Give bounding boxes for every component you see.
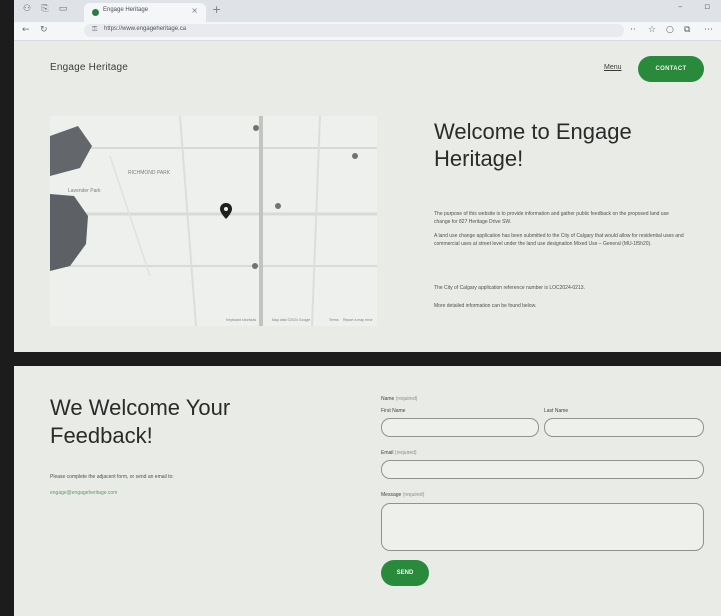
tab-actions-icon[interactable]: ▭: [58, 4, 68, 14]
feedback-title: We Welcome Your Feedback!: [50, 395, 231, 448]
first-name-label: First Name: [381, 408, 406, 414]
extensions-icon[interactable]: ⧉: [684, 25, 690, 35]
reload-icon[interactable]: ↻: [40, 25, 48, 35]
workspaces-icon[interactable]: ⎘: [40, 4, 50, 14]
map-footer-report[interactable]: Report a map error: [343, 318, 373, 322]
last-name-field[interactable]: [544, 418, 704, 437]
required-tag: (required): [395, 396, 418, 402]
required-tag: (required): [402, 492, 425, 498]
hero-paragraph: More detailed information can be found b…: [434, 303, 537, 309]
map-footer-terms[interactable]: Terms: [329, 318, 339, 322]
name-label: Name (required): [381, 396, 417, 402]
map-graphic: [50, 116, 377, 326]
back-icon[interactable]: ←: [22, 25, 30, 35]
read-aloud-icon[interactable]: ··: [630, 25, 636, 35]
browser-tab[interactable]: Engage Heritage ×: [84, 3, 206, 22]
profile-icon[interactable]: ⚇: [22, 4, 32, 14]
menu-link[interactable]: Menu: [604, 64, 622, 71]
map-poi-marker[interactable]: [253, 125, 259, 131]
hero-title: Welcome to Engage Heritage!: [434, 119, 632, 171]
browser-window: ⚇ ⎘ ▭ Engage Heritage × + – ▫ ← ↻ ⚿ http…: [14, 0, 721, 352]
site-favicon-icon: [92, 9, 99, 16]
hero-paragraph: A land use change application has been s…: [434, 233, 684, 247]
map-label-neighbourhood: RICHMOND PARK: [128, 170, 171, 176]
close-tab-icon[interactable]: ×: [191, 6, 198, 15]
map-label-park: Lavender Park: [68, 188, 101, 194]
email-label: Email (required): [381, 450, 417, 456]
address-url: https://www.engageheritage.ca: [104, 26, 187, 32]
minimize-icon[interactable]: –: [678, 2, 683, 12]
new-tab-icon[interactable]: +: [212, 3, 221, 16]
map-pin-center: [224, 207, 228, 211]
feedback-description: Please complete the adjacent form, or se…: [50, 474, 174, 480]
hero-paragraph: The City of Calgary application referenc…: [434, 285, 585, 291]
required-tag: (required): [394, 450, 417, 456]
maximize-icon[interactable]: ▫: [704, 2, 710, 12]
site-header: Engage Heritage Menu CONTACT: [14, 40, 721, 100]
map-poi-marker[interactable]: [252, 263, 258, 269]
name-label-text: Name: [381, 396, 395, 402]
search-icon[interactable]: ○: [666, 25, 674, 35]
map-footer-shortcuts[interactable]: Keyboard shortcuts: [226, 318, 256, 322]
tab-title: Engage Heritage: [103, 7, 149, 13]
feedback-section: We Welcome Your Feedback! Please complet…: [14, 366, 721, 616]
address-bar[interactable]: ⚿ https://www.engageheritage.ca: [84, 24, 624, 37]
map-poi-marker[interactable]: [275, 203, 281, 209]
message-label: Message (required): [381, 492, 424, 498]
contact-button[interactable]: CONTACT: [638, 56, 704, 82]
first-name-field[interactable]: [381, 418, 539, 437]
lock-icon[interactable]: ⚿: [92, 25, 97, 34]
star-icon[interactable]: ☆: [648, 25, 656, 35]
location-map[interactable]: Lavender Park RICHMOND PARK Keyboard sho…: [50, 116, 377, 326]
map-water: [50, 126, 92, 176]
last-name-label: Last Name: [544, 408, 569, 414]
map-poi-marker[interactable]: [352, 153, 358, 159]
hero-paragraph: The purpose of this website is to provid…: [434, 211, 669, 225]
message-textarea[interactable]: [381, 503, 704, 551]
email-label-text: Email: [381, 450, 394, 456]
map-water: [50, 194, 88, 271]
feedback-email-link[interactable]: engage@engageheritage.com: [50, 490, 117, 496]
address-row: ← ↻ ⚿ https://www.engageheritage.ca ·· ☆…: [14, 22, 721, 41]
map-footer-data: Map data ©2024 Google: [272, 318, 311, 322]
message-label-text: Message: [381, 492, 402, 498]
send-button[interactable]: SEND: [381, 560, 429, 586]
site-logo[interactable]: Engage Heritage: [50, 62, 128, 73]
more-menu-icon[interactable]: ⋯: [704, 25, 713, 35]
screenshot-frame: ⚇ ⎘ ▭ Engage Heritage × + – ▫ ← ↻ ⚿ http…: [0, 0, 721, 616]
email-field[interactable]: [381, 460, 704, 479]
tab-bar: ⚇ ⎘ ▭ Engage Heritage × + – ▫: [14, 0, 721, 22]
